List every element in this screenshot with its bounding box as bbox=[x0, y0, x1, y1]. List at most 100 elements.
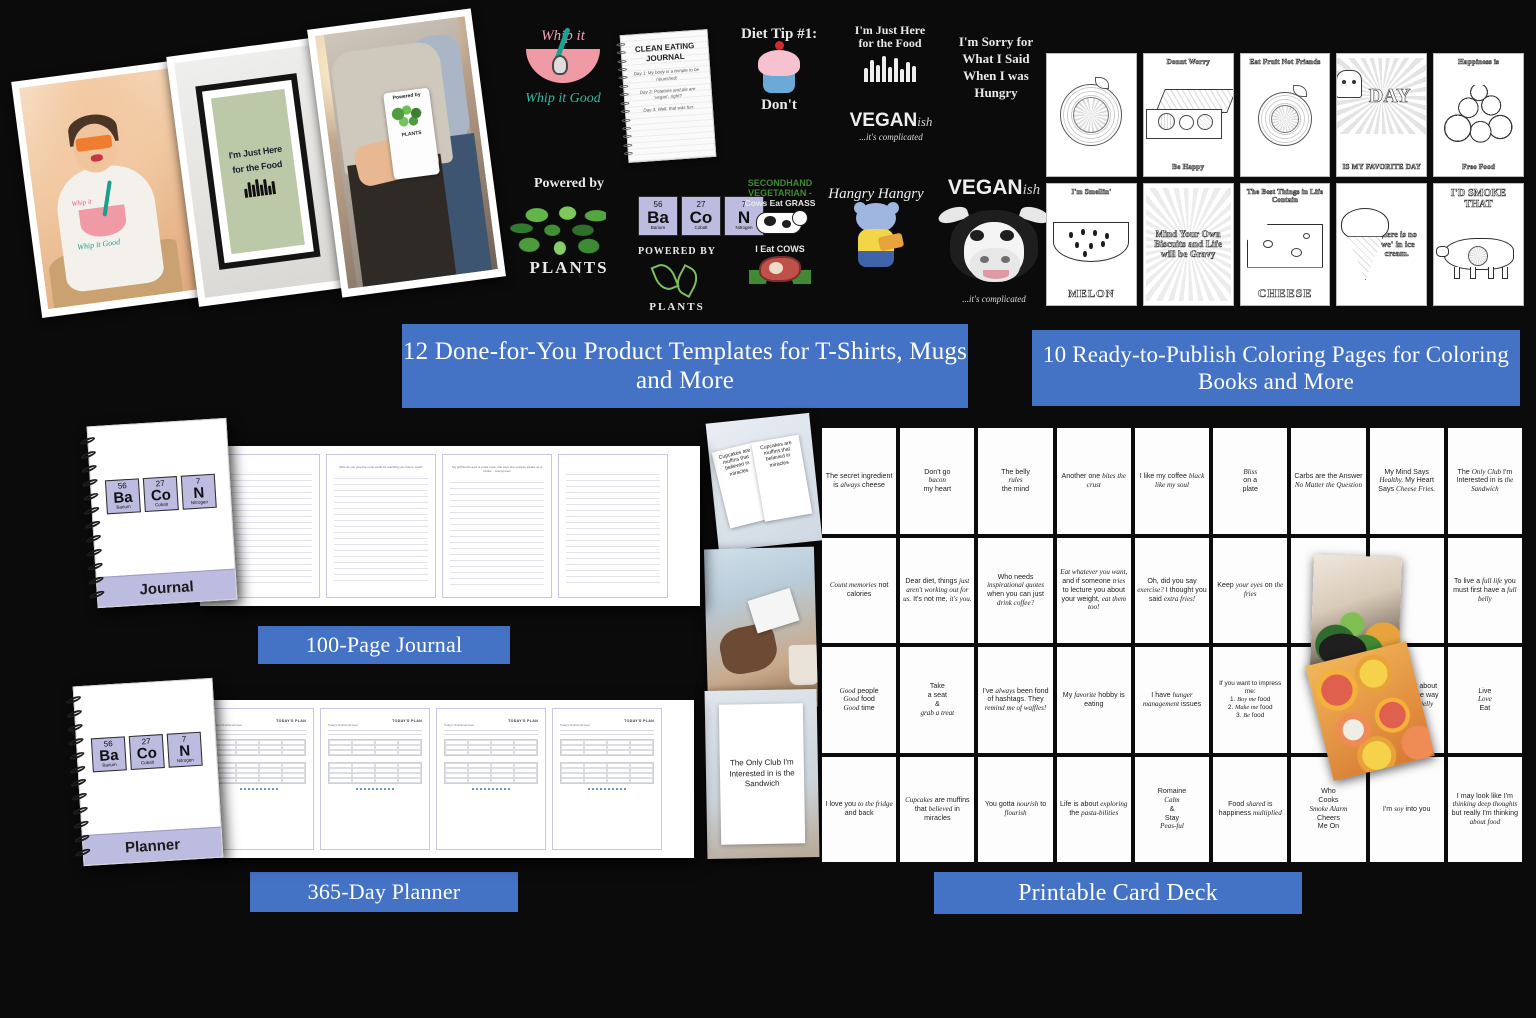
deck-card: Life is about exploring the pasta-biliti… bbox=[1056, 756, 1131, 862]
card-text: I have hunger management issues bbox=[1142, 690, 1202, 708]
coloring-page-apple-mandala bbox=[1046, 53, 1137, 177]
design-veganish-cow: VEGANish ...it's complicated bbox=[934, 176, 1054, 304]
coloring-title-bottom: CHEESE bbox=[1257, 286, 1313, 301]
planner-page-subtitle: Today's Nutritional Goal bbox=[212, 723, 242, 727]
journal-cover: 56 Ba Barium 27 Co Cobalt 7 N Nitrogen J… bbox=[79, 417, 238, 609]
card-text: Who needs inspirational quotes when you … bbox=[987, 572, 1045, 608]
deck-card: Another one bites the crust bbox=[1056, 428, 1131, 534]
cow-face-icon bbox=[936, 200, 1052, 294]
design-clean-eating-journal: CLEAN EATING JOURNAL Day 1: My body is a… bbox=[616, 29, 717, 163]
whisk-head-icon bbox=[552, 55, 568, 75]
coloring-page-favorite-day: DAY IS MY FAVORITE DAY bbox=[1336, 53, 1428, 177]
planner-tile-ba: 56 Ba Barium bbox=[90, 736, 127, 773]
promo-graphic-canvas: Whip it Whip it Good I'm Just Here for t… bbox=[0, 0, 1536, 1018]
pig-icon bbox=[1436, 232, 1521, 280]
planner-tile-n: 7 N Nitrogen bbox=[166, 731, 203, 768]
deck-card: My Mind Says Healthy. My Heart Says Chee… bbox=[1369, 428, 1444, 534]
journal-tile-co: 27 Co Cobalt bbox=[142, 476, 179, 513]
periodic-tile-co: 27 Co Cobalt bbox=[681, 196, 721, 236]
design-im-sorry: I'm Sorry for What I Said When I was Hun… bbox=[950, 34, 1042, 102]
photo-model-mug: Powered by PLANTS bbox=[307, 8, 506, 298]
photo-hand-holding-card bbox=[703, 546, 819, 710]
sh-line3: Cows Eat GRASS bbox=[744, 198, 816, 208]
steak-icon bbox=[749, 254, 811, 286]
card-text: I'm soy into you bbox=[1382, 804, 1431, 813]
deck-card: I'm soy into you bbox=[1369, 756, 1444, 862]
tile-name: Cobalt bbox=[694, 225, 708, 231]
banner-coloring-pages: 10 Ready-to-Publish Coloring Pages for C… bbox=[1030, 328, 1522, 408]
card-text: Another one bites the crust bbox=[1061, 471, 1126, 489]
coloring-title-top: DAY bbox=[1368, 84, 1411, 107]
tile-name: Barium bbox=[102, 762, 117, 769]
featured-card-text: The Only Club I'm Interested in is the S… bbox=[729, 757, 795, 789]
tile-symbol: Ba bbox=[647, 208, 669, 228]
spiral-binding-icon bbox=[79, 433, 106, 602]
hand-shape bbox=[716, 621, 781, 678]
veganish-vegan: VEGAN bbox=[849, 110, 918, 131]
card-text: Oh, did you say exercise? I thought you … bbox=[1137, 577, 1207, 603]
design-im-just-here-l2: for the Food bbox=[858, 36, 922, 51]
card-text: The secret ingredient is always cheese bbox=[825, 471, 893, 489]
journal-page: Who do you give the most credit for teac… bbox=[326, 454, 436, 598]
planner-page: TODAY'S PLAN Today's Nutritional Goal bbox=[436, 708, 546, 850]
design-secondhand-vegetarian: SECONDHAND VEGETARIAN - Cows Eat GRASS I… bbox=[736, 178, 824, 286]
veganish-cow-tag: ...it's complicated bbox=[962, 294, 1026, 304]
sh-line1: SECONDHAND bbox=[747, 178, 813, 188]
planner-page-subtitle: Today's Nutritional Goal bbox=[560, 723, 590, 727]
card-text: Who Cooks Smoke Alarm Cheers Me On bbox=[1309, 787, 1348, 831]
card-text: Keep your eyes on the fries bbox=[1217, 581, 1284, 599]
design-im-just-here: I'm Just Here for the Food bbox=[830, 23, 950, 83]
held-card bbox=[747, 587, 800, 634]
veganish-ish: ish bbox=[917, 114, 933, 129]
coloring-page-id-smoke-that: I'D SMOKE THAT bbox=[1433, 182, 1524, 306]
tile-name: Nitrogen bbox=[176, 757, 195, 764]
journal-prompt: My girlfriend's aunt is a fast cook, she… bbox=[452, 465, 542, 474]
coloring-page-best-things-cheese: The Best Things in Life Contain CHEESE bbox=[1239, 182, 1331, 306]
card-text: Dear diet, things just aren't working ou… bbox=[903, 577, 972, 603]
coloring-page-mind-your-own-biscuits: Mind Your Own Biscuits and Life will be … bbox=[1142, 182, 1234, 306]
card-text: Count memories not calories bbox=[829, 581, 889, 599]
sh-line4: I Eat COWS bbox=[755, 244, 805, 254]
tile-name: Cobalt bbox=[154, 501, 169, 508]
hangry-text: Hangry Hangry bbox=[828, 186, 924, 202]
card-text: Eat whatever you want, and if someone tr… bbox=[1060, 568, 1128, 612]
coloring-page-smellin-melon: I'm Smellin' MELON bbox=[1046, 182, 1137, 306]
deck-card: I may look like I'm thinking deep though… bbox=[1447, 756, 1522, 862]
journal-mockup: Who do you give the most credit for teac… bbox=[79, 417, 700, 618]
card-text: If you want to impress me: 1. Buy me food… bbox=[1219, 679, 1282, 719]
photo-single-card: The Only Club I'm Interested in is the S… bbox=[704, 689, 820, 859]
card-text: You gotta nourish to flourish bbox=[984, 800, 1047, 818]
spiral-binding-icon bbox=[65, 693, 92, 860]
printable-card-deck-grid: The secret ingredient is always cheese D… bbox=[822, 428, 1522, 862]
coloring-page-no-we-in-ice-cream: There is no 'we' in ice cream. bbox=[1336, 182, 1428, 306]
card-text: Carbs are the Answer No Matter the Questi… bbox=[1294, 471, 1363, 489]
deck-card: To live a full life you must first have … bbox=[1447, 537, 1522, 643]
coloring-title-bottom: IS MY FAVORITE DAY bbox=[1342, 163, 1422, 172]
coloring-title-top: Donut Worry bbox=[1166, 58, 1210, 67]
card-text: My favorite hobby is eating bbox=[1062, 690, 1125, 708]
card-text: Don't go bacon my heart bbox=[923, 467, 952, 494]
pbp-circle-bottom: PLANTS bbox=[649, 301, 705, 313]
design-whip-it-line2: Whip it Good bbox=[525, 91, 601, 106]
planner-cover: 56 Ba Barium 27 Co Cobalt 7 N Nitrogen P… bbox=[65, 677, 224, 867]
planner-page-subtitle: Today's Nutritional Goal bbox=[328, 723, 358, 727]
journal-tile-n: 7 N Nitrogen bbox=[180, 473, 217, 510]
ice-cream-cone-icon bbox=[1339, 208, 1390, 281]
design-powered-by-plants: Powered by PLANTS bbox=[510, 176, 628, 278]
deck-card: I've always been fond of hashtags. They … bbox=[978, 647, 1053, 753]
journal-prompt: Who do you give the most credit for teac… bbox=[339, 465, 423, 469]
coloring-pages-grid: Donut Worry Be Happy Eat Fruit Not Frien… bbox=[1046, 53, 1524, 306]
deck-card: Bliss on a plate bbox=[1213, 428, 1288, 534]
card-text: Bliss on a plate bbox=[1242, 467, 1258, 494]
design-veganish: VEGANish ...it's complicated bbox=[832, 110, 950, 142]
stick-figures-icon bbox=[244, 177, 277, 199]
donut-box-icon bbox=[1145, 88, 1233, 141]
watermelon-icon bbox=[1053, 222, 1130, 263]
planner-mockup: TODAY'S PLAN Today's Nutritional Goal TO… bbox=[65, 676, 696, 872]
design-whip-it: Whip it Whip it Good bbox=[508, 27, 618, 107]
deck-card: Take a seat & grab a treat bbox=[900, 647, 975, 753]
product-photo-collage: Whip it Whip it Good I'm Just Here for t… bbox=[11, 8, 506, 333]
journal-entry-2: Day 2: Potatoes and pie are 'vegan', rig… bbox=[639, 85, 696, 101]
planner-tile-co: 27 Co Cobalt bbox=[128, 734, 165, 771]
deck-card: You gotta nourish to flourish bbox=[978, 756, 1053, 862]
